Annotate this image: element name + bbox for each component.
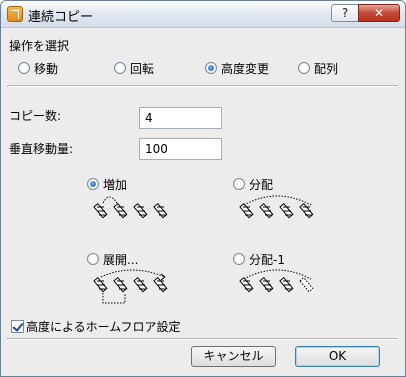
home-floor-label: 高度によるホームフロア設定 bbox=[26, 320, 181, 334]
radio-spread-label: 展開... bbox=[103, 253, 139, 267]
separator-top bbox=[7, 85, 398, 87]
radio-array-button[interactable] bbox=[298, 62, 310, 74]
distribute-diagram bbox=[239, 195, 314, 219]
operation-group-label: 操作を選択 bbox=[9, 39, 70, 53]
vertical-distance-input[interactable] bbox=[139, 138, 222, 160]
radio-distribute-label: 分配 bbox=[249, 178, 274, 192]
home-floor-checkbox[interactable] bbox=[11, 320, 24, 333]
radio-move-button[interactable] bbox=[18, 62, 30, 74]
radio-elevation-label: 高度変更 bbox=[221, 62, 270, 76]
radio-increment-button[interactable] bbox=[87, 178, 99, 190]
radio-elevation-button[interactable] bbox=[205, 62, 217, 74]
radio-rotate-button[interactable] bbox=[114, 62, 126, 74]
separator-bottom bbox=[7, 338, 398, 340]
copies-label: コピー数: bbox=[9, 109, 62, 123]
radio-move-label: 移動 bbox=[34, 62, 59, 76]
close-button[interactable]: ✕ bbox=[358, 4, 400, 22]
spread-diagram bbox=[93, 269, 168, 304]
ok-button[interactable]: OK bbox=[295, 346, 380, 367]
copies-input[interactable] bbox=[139, 107, 222, 129]
help-button[interactable]: ? bbox=[331, 4, 359, 22]
distribute-1-diagram bbox=[239, 269, 314, 293]
radio-rotate-label: 回転 bbox=[130, 62, 155, 76]
radio-distribute-1-label: 分配-1 bbox=[249, 253, 285, 267]
window-title: 連続コピー bbox=[28, 10, 94, 25]
app-icon bbox=[7, 6, 23, 22]
increment-diagram bbox=[93, 196, 168, 219]
cancel-button[interactable]: キャンセル bbox=[191, 346, 276, 367]
dialog-window: 連続コピー ? ✕ 操作を選択 移動 回転 高度変更 配列 コピー数: 垂直移動… bbox=[0, 0, 406, 377]
radio-distribute-button[interactable] bbox=[233, 178, 245, 190]
radio-increment-label: 増加 bbox=[103, 178, 128, 192]
title-bar[interactable]: 連続コピー ? ✕ bbox=[1, 1, 405, 28]
radio-distribute-1-button[interactable] bbox=[233, 253, 245, 265]
radio-array-label: 配列 bbox=[314, 62, 339, 76]
vertical-distance-label: 垂直移動量: bbox=[9, 142, 74, 156]
radio-spread-button[interactable] bbox=[87, 253, 99, 265]
